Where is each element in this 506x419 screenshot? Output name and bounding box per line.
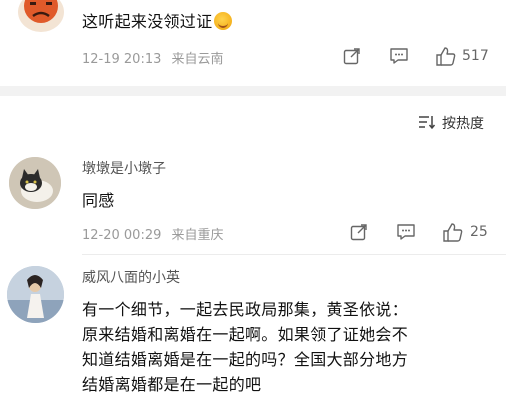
person-avatar-icon [7, 266, 64, 323]
comment-text: 同感 [82, 191, 115, 210]
sort-by-heat-button[interactable]: 按热度 [442, 113, 484, 133]
thumbs-up-icon[interactable] [442, 222, 464, 242]
avatar[interactable] [7, 266, 64, 323]
like-count: 25 [470, 224, 488, 240]
cat-avatar-icon [9, 157, 61, 209]
comment-timestamp: 12-20 00:29 [82, 228, 162, 243]
comment-text: 有一个细节，一起去民政局那集，黄圣依说： 原来结婚和离婚在一起啊。如果领了证她会… [82, 297, 502, 397]
section-divider [0, 86, 506, 96]
like-count: 517 [462, 48, 489, 64]
share-icon[interactable] [350, 223, 368, 241]
thumbs-up-icon[interactable] [435, 46, 457, 66]
comment-text: 这听起来没领过证 [82, 8, 233, 32]
username[interactable]: 墩墩是小墩子 [82, 158, 166, 178]
savoring-food-emoji-icon [214, 12, 233, 30]
avatar[interactable] [18, 0, 64, 32]
comment-timestamp: 12-19 20:13 [82, 52, 162, 67]
comment-location: 来自云南 [171, 52, 224, 67]
comment-line: 原来结婚和离婚在一起啊。如果领了证她会不 [82, 325, 409, 344]
comment-icon[interactable] [389, 47, 409, 65]
angry-face-avatar-icon [24, 0, 58, 23]
comment-icon[interactable] [396, 223, 416, 241]
comment-line: 结婚离婚都是在一起的吧 [82, 375, 262, 394]
comment-location: 来自重庆 [171, 228, 224, 243]
sort-icon[interactable] [418, 114, 436, 130]
comment-separator [82, 254, 506, 255]
comment-meta: 12-20 00:29 来自重庆 [82, 224, 224, 243]
comment-line: 有一个细节，一起去民政局那集，黄圣依说： [82, 300, 409, 319]
comment-line: 知道结婚离婚是在一起的吗？全国大部分地方 [82, 350, 409, 369]
comment-meta: 12-19 20:13 来自云南 [82, 48, 224, 67]
avatar[interactable] [9, 157, 61, 209]
share-icon[interactable] [343, 47, 361, 65]
username[interactable]: 威风八面的小英 [82, 267, 180, 287]
